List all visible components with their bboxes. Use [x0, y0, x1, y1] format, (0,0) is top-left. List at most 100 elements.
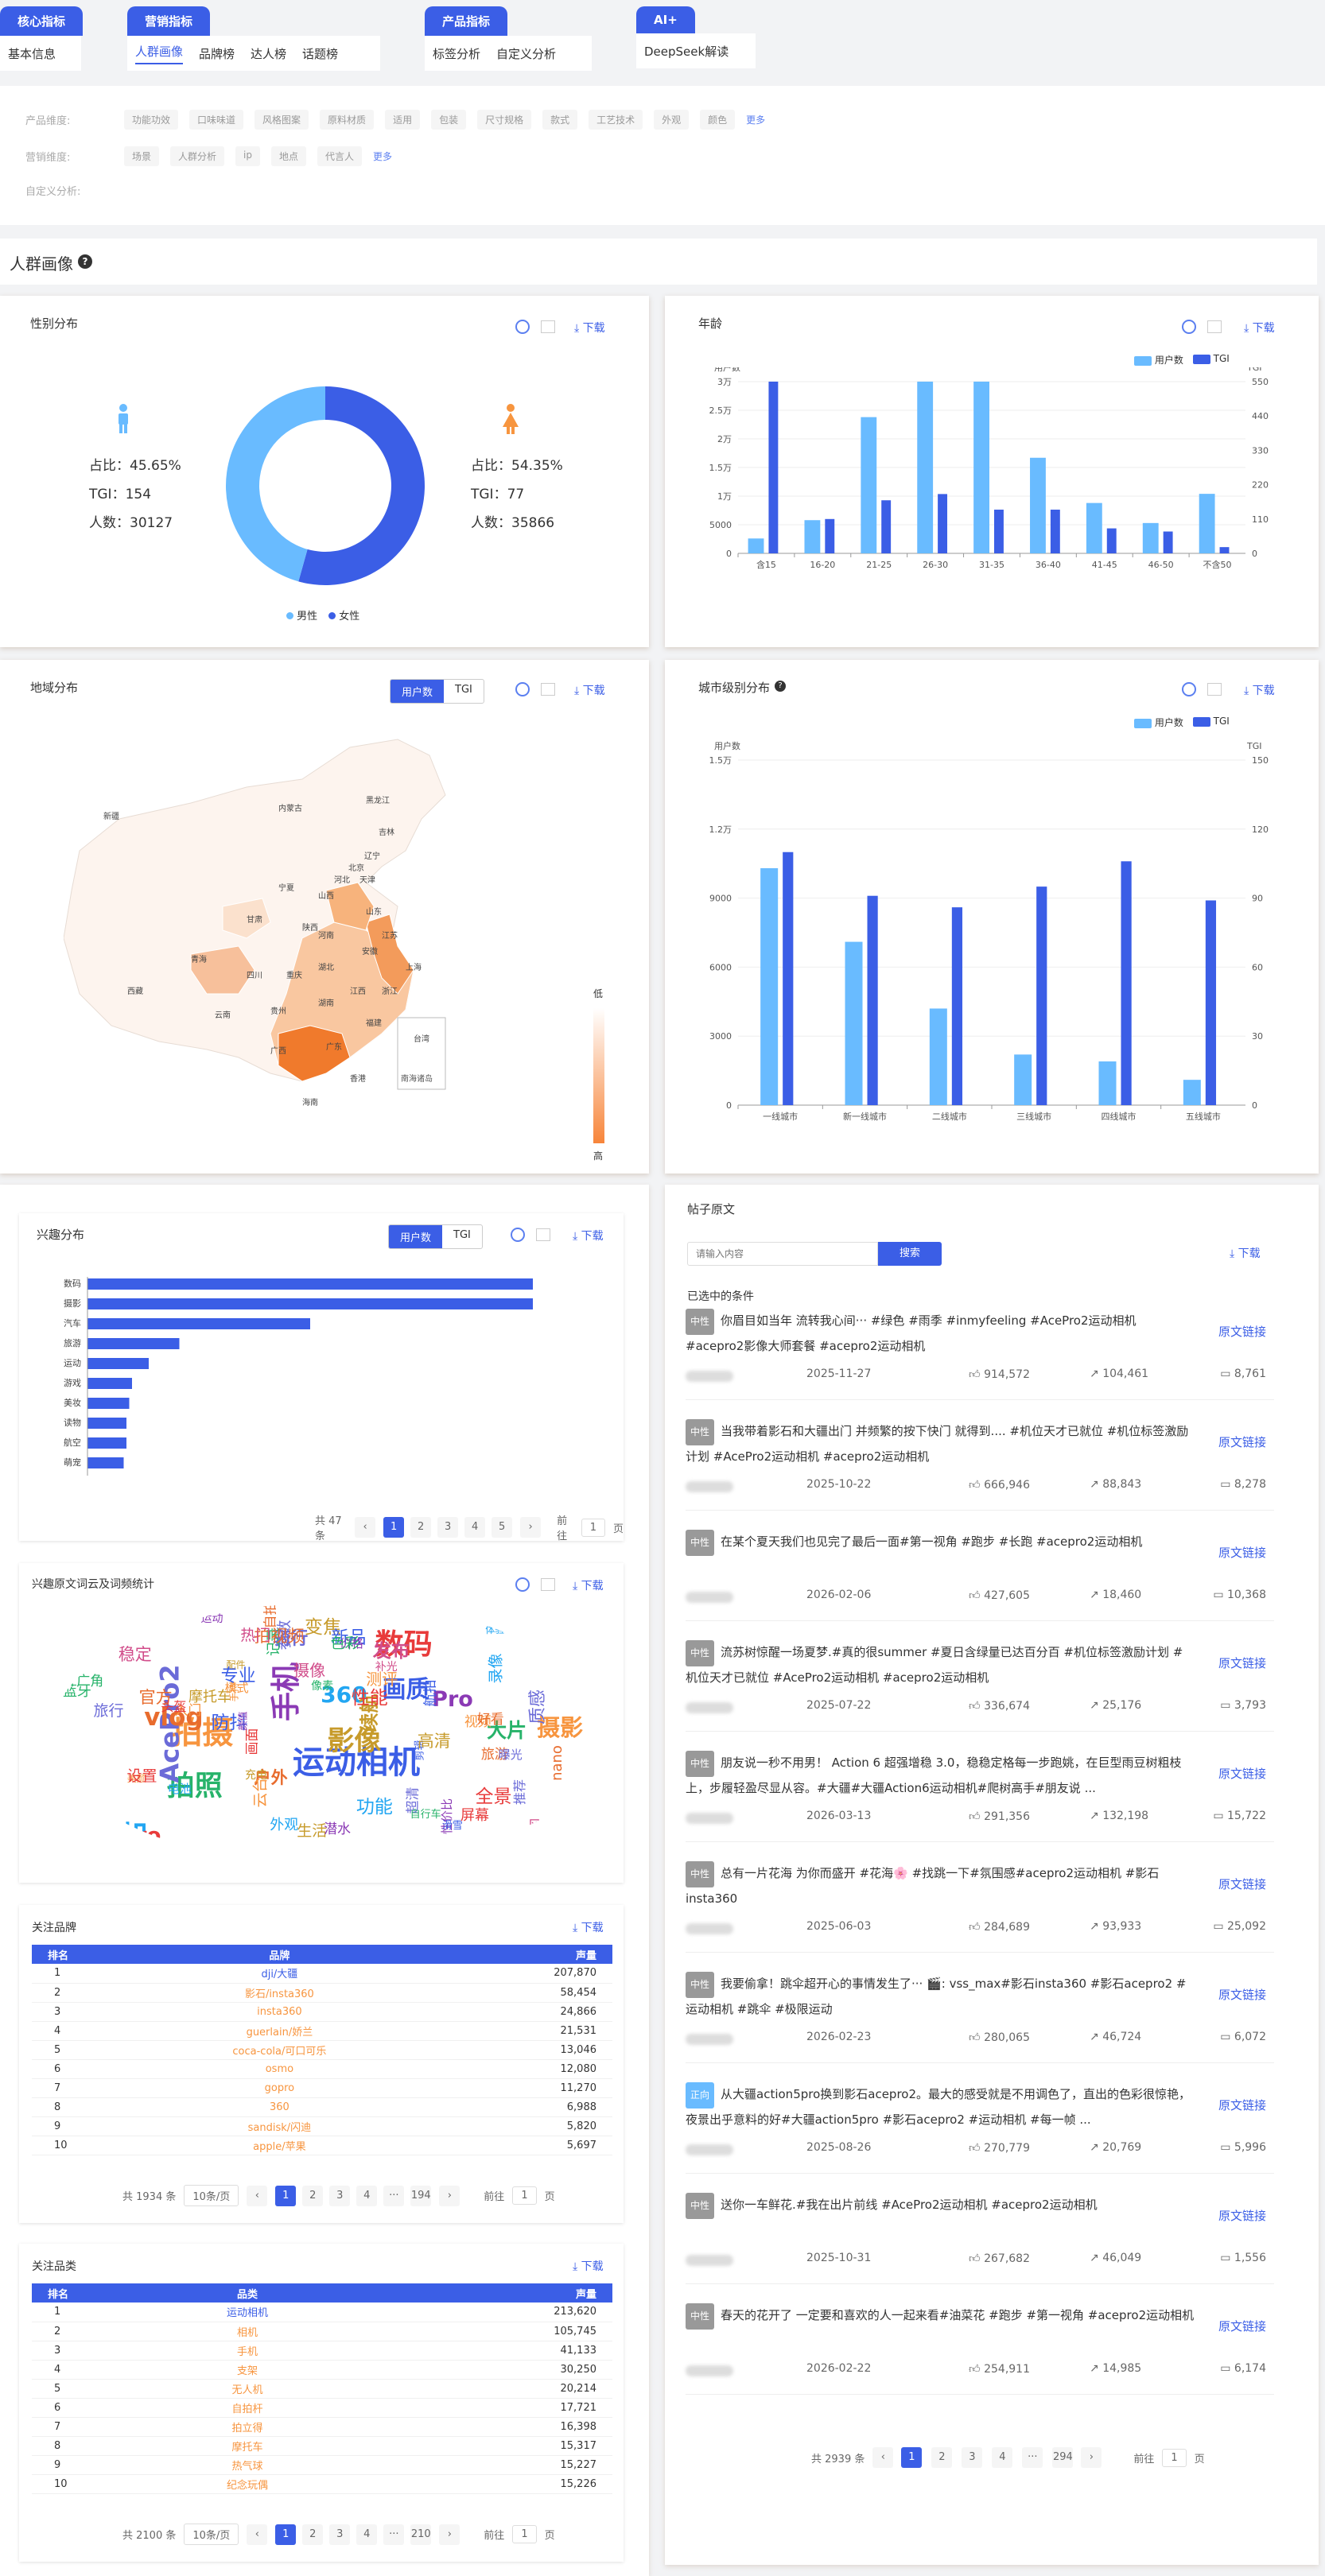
name-cell[interactable]: insta360	[127, 2002, 432, 2022]
nav-sub-brand[interactable]: 品牌榜	[199, 45, 235, 62]
legend-users[interactable]: 用户数	[1134, 716, 1183, 729]
table-row[interactable]: 10 apple/苹果 5,697	[32, 2136, 612, 2155]
cloud-word[interactable]: 体验	[485, 1623, 504, 1636]
cloud-word[interactable]: 热门	[240, 1624, 270, 1645]
table-view-icon[interactable]	[541, 1578, 555, 1591]
table-header[interactable]: 排名	[32, 2283, 127, 2302]
next-page-button[interactable]: ›	[439, 2524, 460, 2545]
cloud-word[interactable]: 运动	[201, 1610, 223, 1626]
cloud-word[interactable]: 录像	[484, 1653, 506, 1683]
original-link[interactable]: 原文链接	[1218, 1655, 1266, 1671]
page-size-select[interactable]: 10条/页	[184, 2524, 239, 2545]
page-size-select[interactable]: 10条/页	[184, 2185, 239, 2206]
product-chip[interactable]: 外观	[654, 110, 690, 130]
page-button[interactable]: 2	[302, 2524, 324, 2545]
cloud-word[interactable]: 生活	[297, 1819, 327, 1841]
legend-users[interactable]: 用户数	[1134, 353, 1183, 367]
table-row[interactable]: 6 自拍杆 17,721	[32, 2398, 612, 2418]
download-button[interactable]: ⤓ 下载	[573, 1577, 604, 1593]
table-row[interactable]: 5 coca-cola/可口可乐 13,046	[32, 2040, 612, 2060]
bar-tgi[interactable]	[1036, 886, 1047, 1105]
nav-tab-core[interactable]: 核心指标	[0, 6, 84, 36]
bar-tgi[interactable]	[1121, 861, 1132, 1105]
cloud-word[interactable]: nano	[549, 1745, 565, 1781]
name-cell[interactable]: 360	[127, 2097, 432, 2117]
table-row[interactable]: 9 热气球 15,227	[32, 2455, 612, 2475]
cloud-word[interactable]: 功能	[356, 1791, 393, 1818]
table-row[interactable]: 10 纪念玩偶 15,226	[32, 2474, 612, 2494]
cloud-word[interactable]: 电池	[168, 1780, 192, 1797]
cloud-word[interactable]: 云台	[248, 1778, 270, 1808]
cloud-word[interactable]: 好看	[477, 1708, 504, 1728]
bar-users[interactable]	[973, 382, 989, 553]
legend-male[interactable]: 男性	[286, 607, 317, 623]
name-cell[interactable]: 无人机	[127, 2379, 368, 2399]
nav-sub-persona[interactable]: 人群画像	[135, 43, 184, 64]
original-link[interactable]: 原文链接	[1218, 2207, 1266, 2224]
toggle-users[interactable]: 用户数	[391, 680, 445, 703]
toggle-tgi[interactable]: TGI	[444, 680, 484, 703]
prev-page-button[interactable]: ‹	[355, 1517, 376, 1538]
bar-interest[interactable]	[87, 1437, 126, 1449]
clock-icon[interactable]	[515, 682, 530, 696]
product-chip[interactable]: 颜色	[700, 110, 736, 130]
cloud-word[interactable]: 旅行	[94, 1699, 124, 1721]
page-button[interactable]: 2	[410, 1517, 432, 1538]
name-cell[interactable]: guerlain/娇兰	[127, 2021, 432, 2041]
bar-users[interactable]	[1183, 1080, 1201, 1105]
nav-tab-marketing[interactable]: 营销指标	[127, 6, 211, 36]
table-header[interactable]: 品牌	[127, 1945, 432, 1964]
cloud-word[interactable]: 质感	[523, 1690, 549, 1724]
table-row[interactable]: 8 摩托车 15,317	[32, 2436, 612, 2456]
next-page-button[interactable]: ›	[520, 1517, 542, 1538]
clock-icon[interactable]	[1182, 320, 1196, 334]
table-row[interactable]: 8 360 6,988	[32, 2097, 612, 2117]
cloud-word[interactable]: 稳定	[119, 1642, 152, 1666]
page-button[interactable]: ···	[1022, 2447, 1043, 2468]
bar-tgi[interactable]	[881, 500, 892, 553]
cloud-word[interactable]: 滑雪	[442, 1817, 463, 1832]
bar-users[interactable]	[760, 867, 779, 1105]
bar-users[interactable]	[861, 417, 877, 553]
page-button[interactable]: 2	[302, 2185, 324, 2206]
product-chip[interactable]: 款式	[542, 110, 578, 130]
page-button[interactable]: 1	[901, 2447, 923, 2468]
nav-sub-kol[interactable]: 达人榜	[251, 45, 286, 62]
name-cell[interactable]: osmo	[127, 2059, 432, 2079]
page-button[interactable]: 4	[992, 2447, 1013, 2468]
page-button[interactable]: 5	[492, 1517, 513, 1538]
cloud-word[interactable]: 自行车	[410, 1806, 441, 1821]
table-view-icon[interactable]	[1207, 683, 1222, 696]
bar-interest[interactable]	[87, 1398, 130, 1409]
product-chip[interactable]: 风格图案	[255, 110, 309, 130]
cloud-word[interactable]: 徕卡	[88, 1835, 115, 1855]
bar-tgi[interactable]	[825, 518, 835, 553]
goto-page-input[interactable]: 1	[512, 2186, 537, 2205]
original-link[interactable]: 原文链接	[1218, 1433, 1266, 1450]
name-cell[interactable]: 支架	[127, 2360, 368, 2380]
cloud-word[interactable]: 潜水	[324, 1818, 351, 1837]
download-button[interactable]: ⤓ 下载	[574, 682, 605, 698]
page-button[interactable]: 3	[962, 2447, 983, 2468]
product-chip[interactable]: 口味味道	[189, 110, 244, 130]
bar-tgi[interactable]	[994, 510, 1004, 553]
download-button[interactable]: ⤓ 下载	[1230, 1245, 1261, 1261]
table-row[interactable]: 9 sandisk/闪迪 5,820	[32, 2116, 612, 2136]
original-link[interactable]: 原文链接	[1218, 2318, 1266, 2334]
table-row[interactable]: 4 支架 30,250	[32, 2360, 612, 2380]
legend-tgi[interactable]: TGI	[1192, 716, 1230, 729]
bar-users[interactable]	[1199, 494, 1215, 553]
download-button[interactable]: ⤓ 下载	[1244, 682, 1275, 698]
cloud-word[interactable]: 手持	[227, 1683, 241, 1702]
table-row[interactable]: 3 手机 41,133	[32, 2341, 612, 2361]
table-view-icon[interactable]	[1207, 320, 1222, 333]
table-row[interactable]: 1 dji/大疆 207,870	[32, 1964, 612, 1984]
bar-tgi[interactable]	[768, 382, 779, 553]
search-button[interactable]: 搜索	[878, 1242, 942, 1266]
nav-sub-tag[interactable]: 标签分析	[433, 45, 480, 62]
download-button[interactable]: ⤓ 下载	[573, 1228, 604, 1243]
clock-icon[interactable]	[515, 1577, 530, 1592]
bar-interest[interactable]	[87, 1278, 533, 1290]
cloud-word[interactable]: 补光	[375, 1658, 398, 1674]
name-cell[interactable]: 自拍杆	[127, 2398, 368, 2418]
